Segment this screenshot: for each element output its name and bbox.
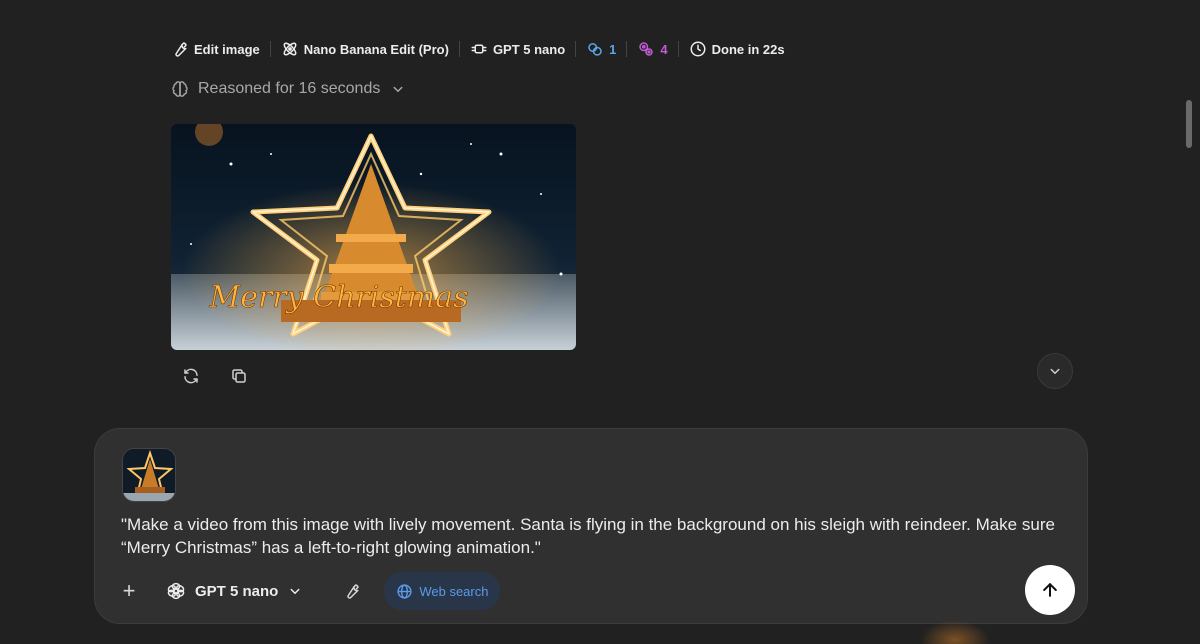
chevron-down-icon (1046, 362, 1064, 380)
page-scrollbar-thumb[interactable] (1186, 100, 1192, 148)
scroll-to-bottom-button[interactable] (1037, 353, 1073, 389)
refresh-icon (182, 367, 200, 385)
tool-item[interactable]: Nano Banana Edit (Pro) (281, 40, 449, 58)
reasoning-toggle[interactable]: Reasoned for 16 seconds (171, 80, 407, 98)
openai-logo-icon (165, 580, 187, 602)
model-chip-icon (470, 40, 488, 58)
meta-divider (677, 41, 679, 57)
meta-divider (269, 41, 271, 57)
response-meta-bar: Edit image Nano Banana Edit (Pro) GPT 5 … (171, 38, 785, 60)
composer-toolbar: + GPT 5 nano Web search (115, 571, 1073, 611)
christmas-star-image: Merry Christmas (171, 124, 576, 350)
steps-count: 4 (660, 41, 668, 57)
web-search-toggle[interactable]: Web search (384, 572, 501, 610)
model-item[interactable]: GPT 5 nano (470, 40, 565, 58)
regenerate-button[interactable] (176, 361, 206, 391)
generated-image[interactable]: Merry Christmas (171, 124, 576, 350)
edit-image-label: Edit image (194, 41, 260, 57)
copy-button[interactable] (224, 361, 254, 391)
steps-count-item[interactable]: 4 (637, 40, 668, 58)
atom-icon (281, 40, 299, 58)
sources-count-item[interactable]: 1 (586, 40, 616, 58)
clock-icon (689, 40, 707, 58)
model-selector[interactable]: GPT 5 nano (165, 573, 304, 609)
chevron-down-icon (389, 80, 407, 98)
duration-label: Done in 22s (711, 41, 785, 57)
copy-icon (230, 367, 248, 385)
duration-item: Done in 22s (689, 40, 785, 58)
send-button[interactable] (1025, 565, 1075, 615)
sources-count: 1 (609, 41, 617, 57)
message-composer: "Make a video from this image with livel… (94, 428, 1088, 624)
web-search-label: Web search (419, 583, 489, 599)
plus-icon: + (122, 578, 136, 603)
tools-button[interactable] (338, 573, 366, 609)
attached-image-thumbnail[interactable] (122, 448, 176, 502)
image-caption-art: Merry Christmas (208, 280, 468, 315)
prompt-text[interactable]: "Make a video from this image with livel… (121, 513, 1071, 559)
globe-icon (396, 583, 413, 600)
add-attachment-button[interactable]: + (115, 573, 143, 609)
arrow-up-icon (1040, 580, 1060, 600)
gears-icon (637, 40, 655, 58)
meta-divider (575, 41, 577, 57)
edit-image-item[interactable]: Edit image (171, 40, 260, 58)
link-icon (586, 40, 604, 58)
brain-icon (171, 80, 189, 98)
meta-divider (458, 41, 460, 57)
model-selector-label: GPT 5 nano (195, 582, 279, 600)
prompt-content: "Make a video from this image with livel… (121, 515, 1055, 557)
wrench-icon (171, 40, 189, 58)
meta-divider (626, 41, 628, 57)
thumbnail-image (123, 449, 175, 501)
model-label: GPT 5 nano (492, 41, 566, 57)
reasoning-label: Reasoned for 16 seconds (198, 80, 381, 97)
tool-label: Nano Banana Edit (Pro) (303, 41, 449, 57)
chevron-down-icon (286, 582, 304, 600)
wrench-icon (343, 582, 361, 600)
